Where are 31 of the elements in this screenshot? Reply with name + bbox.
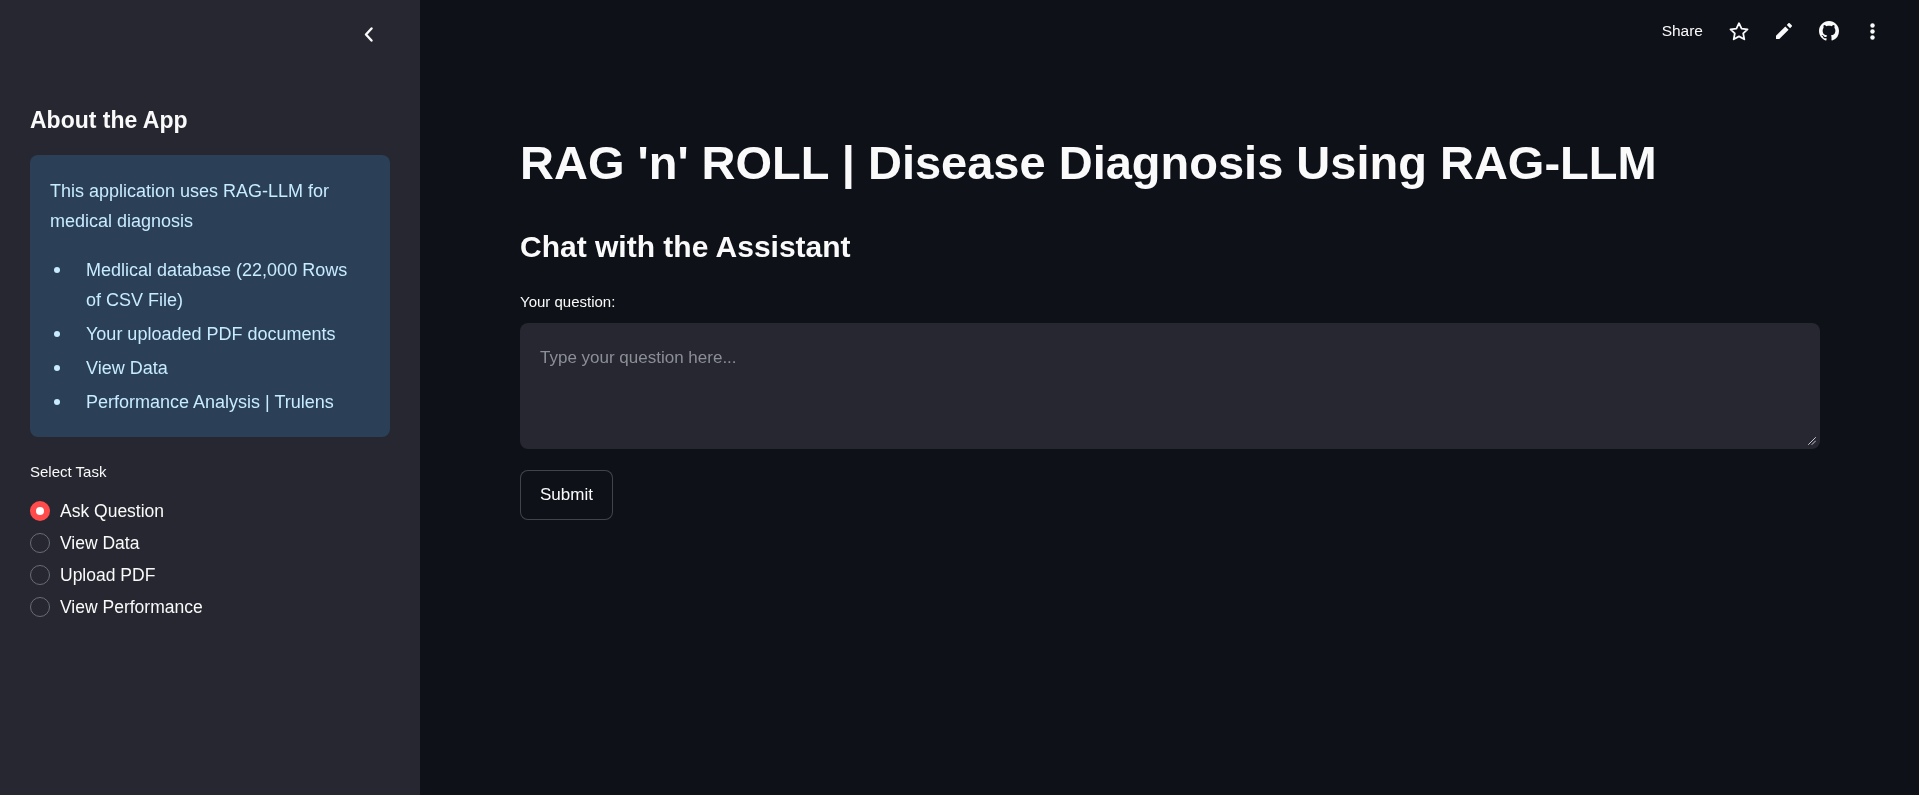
radio-icon[interactable] <box>30 501 50 521</box>
page-title: RAG 'n' ROLL | Disease Diagnosis Using RAG-LLM <box>520 135 1657 191</box>
share-button[interactable]: Share <box>1661 22 1703 40</box>
task-radio-option[interactable]: Upload PDF <box>30 563 156 587</box>
task-radio-option[interactable]: View Performance <box>30 595 203 619</box>
info-list-item: Your uploaded PDF documents <box>86 323 336 346</box>
question-field[interactable]: Type your question here... <box>520 323 1820 449</box>
bullet-icon <box>54 331 60 337</box>
bullet-icon <box>54 267 60 273</box>
task-radio-option[interactable]: Ask Question <box>30 499 165 523</box>
github-icon[interactable] <box>1819 21 1839 41</box>
info-list-item: Medlical database (22,000 Rows of CSV File) <box>86 259 349 312</box>
field-label: Your question: <box>520 292 616 312</box>
info-text: This application uses RAG-LLM for medical diagnosis <box>50 180 331 233</box>
collapse-sidebar-icon[interactable] <box>364 26 373 42</box>
resize-handle-icon[interactable] <box>1808 437 1816 445</box>
info-list-item: View Data <box>86 357 168 380</box>
radio-icon[interactable] <box>30 565 50 585</box>
section-heading: Chat with the Assistant <box>520 229 851 265</box>
pencil-icon[interactable] <box>1776 23 1792 39</box>
sidebar-heading: About the App <box>30 106 189 135</box>
radio-group-label: Select Task <box>30 462 108 482</box>
submit-button[interactable]: Submit <box>520 470 613 520</box>
bullet-icon <box>54 399 60 405</box>
bullet-icon <box>54 365 60 371</box>
task-radio-option[interactable]: View Data <box>30 531 140 555</box>
more-options-icon[interactable] <box>1870 22 1875 40</box>
star-icon[interactable] <box>1729 21 1749 41</box>
radio-icon[interactable] <box>30 597 50 617</box>
radio-icon[interactable] <box>30 533 50 553</box>
info-list-item: Performance Analysis | Trulens <box>86 391 334 414</box>
